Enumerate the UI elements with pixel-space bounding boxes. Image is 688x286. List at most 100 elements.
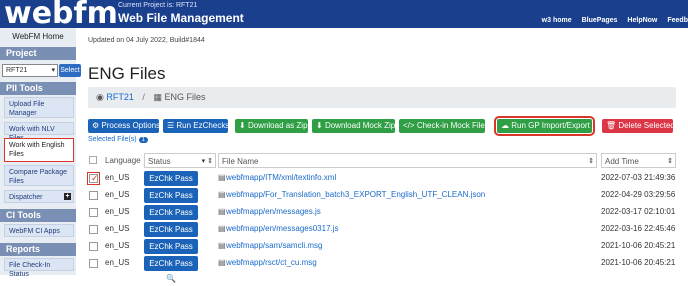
ezchk-label: EzChk Pass [149, 259, 193, 268]
run-ezchecks-label: Run EzChecks [176, 121, 230, 130]
bluepages-link[interactable]: BluePages [582, 17, 618, 24]
sidebar-item-file-checkin-status[interactable]: File Check-In Status [4, 258, 74, 278]
selected-count-badge: 1 [138, 137, 148, 143]
file-icon: ▤ [218, 241, 226, 250]
row-add-time: 2022-03-16 22:45:46 [601, 224, 676, 233]
table-row: en_US EzChk Pass 🔍 ▤ webfmapp/rsct/ct_cu… [88, 255, 676, 283]
checkin-mock-label: Check-in Mock Files [416, 121, 489, 130]
row-checkbox[interactable] [89, 225, 98, 234]
sidebar: WebFM Home Project RFT21 ▾ Select PII To… [0, 28, 81, 278]
checkmark-icon: ✓ [91, 173, 99, 183]
file-link[interactable]: webfmapp/en/messages.js [226, 207, 321, 216]
sidebar-item-nlv-files[interactable]: Work with NLV Files [4, 122, 74, 142]
select-all-checkbox[interactable] [89, 156, 97, 164]
ezchk-status-button[interactable]: EzChk Pass 🔍 [144, 239, 198, 266]
filename-header-label: File Name [222, 157, 259, 166]
sidebar-home-link[interactable]: WebFM Home [0, 32, 76, 41]
file-icon: ▤ [218, 207, 226, 216]
ezchk-status-button[interactable]: EzChk Pass 🔍 [144, 188, 198, 215]
ezchk-label: EzChk Pass [149, 208, 193, 217]
sidebar-item-webfm-ci-apps[interactable]: WebFM CI Apps [4, 224, 74, 237]
ezchk-label: EzChk Pass [149, 242, 193, 251]
search-icon: 🔍 [166, 274, 176, 283]
current-project-text: Current Project is: RFT21 [118, 2, 198, 9]
column-header-filename[interactable]: File Name ⇕ [218, 153, 597, 168]
download-zip-label: Download as Zip [247, 121, 308, 130]
sidebar-section-ci-tools: CI Tools [0, 209, 76, 222]
row-language: en_US [105, 190, 130, 199]
cloud-upload-icon: ☁ [501, 121, 509, 130]
ezchk-status-button[interactable]: EzChk Pass 🔍 [144, 205, 198, 232]
download-mock-zip-label: Download Mock Zip [324, 121, 396, 130]
main-content: Updated on 04 July 2022, Build#1844 ENG … [87, 28, 688, 283]
sidebar-item-dispatcher[interactable]: Dispatcher + [4, 190, 74, 203]
page-title: ENG Files [88, 64, 166, 83]
run-gp-import-export-button[interactable]: ☁ Run GP Import/Export [494, 116, 595, 136]
w3-home-link[interactable]: w3 home [542, 17, 572, 24]
row-checkbox[interactable] [89, 191, 98, 200]
download-mock-zip-button[interactable]: ⬇ Download Mock Zip [312, 119, 395, 133]
sidebar-section-reports: Reports [0, 243, 76, 256]
download-icon: ⬇ [239, 121, 246, 130]
row-add-time: 2022-07-03 21:49:36 [601, 173, 676, 182]
status-filter-select[interactable]: Status ▾ ⇕ [144, 153, 216, 168]
delete-selected-button[interactable]: 🗑 Delete Selected [602, 119, 675, 133]
sidebar-item-english-files[interactable]: Work with English Files [4, 138, 74, 162]
row-checkbox[interactable]: ✓ [87, 172, 100, 185]
table-icon: ▦ [153, 92, 162, 102]
table-row: en_US EzChk Pass 🔍 ▤ webfmapp/sam/samcli… [88, 238, 676, 266]
row-add-time: 2022-03-17 02:10:01 [601, 207, 676, 216]
list-icon: ☰ [167, 121, 175, 130]
table-row: en_US EzChk Pass 🔍 ▤ webfmapp/For_Transl… [88, 187, 676, 215]
code-icon: </> [403, 121, 415, 130]
file-link[interactable]: webfmapp/ITM/xml/textinfo.xml [226, 173, 336, 182]
updated-text: Updated on 04 July 2022, Build#1844 [88, 37, 205, 44]
sidebar-item-compare-package-files[interactable]: Compare Package Files [4, 165, 74, 186]
process-options-button[interactable]: ⚙ Process Options [88, 119, 160, 133]
sidebar-item-upload-file-manager[interactable]: Upload File Manager [4, 97, 74, 118]
row-checkbox[interactable] [89, 259, 98, 268]
ezchk-label: EzChk Pass [149, 174, 193, 183]
feedback-link[interactable]: Feedb [667, 17, 688, 24]
row-checkbox[interactable] [89, 208, 98, 217]
addtime-header-label: Add Time [605, 157, 639, 166]
row-language: en_US [105, 173, 130, 182]
ezchk-status-button[interactable]: EzChk Pass 🔍 [144, 222, 198, 249]
ezchk-status-button[interactable]: EzChk Pass 🔍 [144, 171, 198, 198]
download-icon: ⬇ [316, 121, 323, 130]
row-language: en_US [105, 224, 130, 233]
table-header: Language Status ▾ ⇕ File Name ⇕ Add Time… [88, 153, 676, 168]
chevron-down-icon: ▾ [51, 67, 55, 74]
dashboard-icon: ◉ [96, 92, 104, 102]
helpnow-link[interactable]: HelpNow [627, 17, 657, 24]
column-header-addtime[interactable]: Add Time ⇕ [601, 153, 676, 168]
select-project-button[interactable]: Select [59, 64, 81, 77]
file-link[interactable]: webfmapp/sam/samcli.msg [226, 241, 322, 250]
table-row: en_US EzChk Pass 🔍 ▤ webfmapp/en/message… [88, 204, 676, 232]
breadcrumb-separator: / [142, 92, 145, 102]
ezchk-status-button[interactable]: EzChk Pass 🔍 [144, 256, 198, 283]
row-add-time: 2021-10-06 20:45:21 [601, 258, 676, 267]
sidebar-section-project: Project [0, 47, 76, 60]
status-header-label: Status [148, 157, 171, 166]
row-language: en_US [105, 207, 130, 216]
delete-selected-label: Delete Selected [618, 121, 675, 130]
dispatcher-label: Dispatcher [9, 194, 43, 201]
download-zip-button[interactable]: ⬇ Download as Zip [235, 119, 308, 133]
file-icon: ▤ [218, 173, 226, 182]
row-checkbox[interactable] [89, 242, 98, 251]
breadcrumb-project-link[interactable]: RFT21 [106, 92, 134, 102]
file-icon: ▤ [218, 258, 226, 267]
sort-icon: ⇕ [667, 158, 673, 165]
plus-icon[interactable]: + [64, 193, 71, 200]
run-ezchecks-button[interactable]: ☰ Run EzChecks [163, 119, 230, 133]
row-add-time: 2022-04-29 03:29:56 [601, 190, 676, 199]
file-link[interactable]: webfmapp/rsct/ct_cu.msg [226, 258, 317, 267]
top-header: webfm Current Project is: RFT21 Web File… [0, 0, 688, 31]
selected-files-link[interactable]: Selected File(s) 1 [88, 136, 148, 143]
run-gp-label: Run GP Import/Export [511, 121, 590, 130]
checkin-mock-files-button[interactable]: </> Check-in Mock Files [399, 119, 489, 133]
project-select[interactable]: RFT21 ▾ [2, 64, 58, 77]
file-link[interactable]: webfmapp/For_Translation_batch3_EXPORT_E… [226, 190, 485, 199]
file-link[interactable]: webfmapp/en/messages0317.js [226, 224, 339, 233]
